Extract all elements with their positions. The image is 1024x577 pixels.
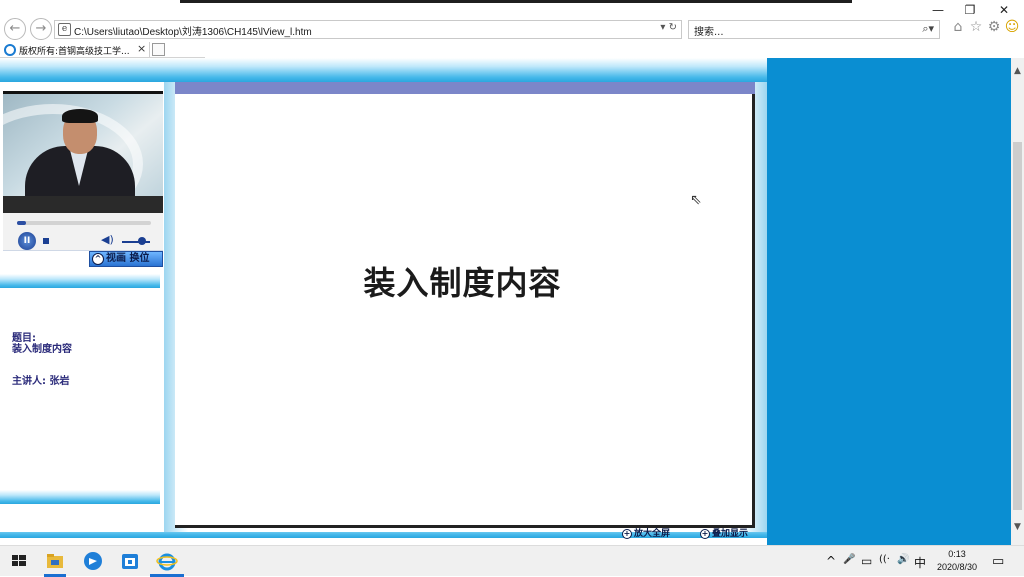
windows-start-icon[interactable] [8,550,30,572]
page-content: II ◀) ^ 视画 换位 题目: 装入制度内容 主讲人: 张岩 装入制度内容 … [0,58,1011,545]
restore-button[interactable]: ❐ [958,2,982,18]
ie-tab-icon [4,44,16,56]
slide-title: 装入制度内容 [363,264,562,302]
browser-toolbar: ← → e C:\Users\liutao\Desktop\刘涛1306\CH1… [0,0,1024,42]
zoom-fullscreen-label: 放大全屏 [634,529,671,539]
blue-side-panel [767,58,1011,545]
new-tab-button[interactable] [152,43,165,56]
slide-top-bar [175,82,755,94]
swap-up-icon: ^ [92,253,104,265]
swap-view-button[interactable]: ^ 视画 换位 [89,251,163,267]
address-dropdown-refresh-icons[interactable]: ▾ ↻ [660,22,677,33]
scroll-up-icon[interactable]: ▲ [1011,66,1024,76]
close-window-button[interactable]: ✕ [992,2,1016,18]
address-url[interactable]: C:\Users\liutao\Desktop\刘涛1306\CH145\lVi… [74,23,312,38]
speaker-line: 主讲人: 张岩 [12,376,70,387]
feedback-smiley-icon[interactable]: ☺ [1004,18,1020,36]
scroll-thumb[interactable] [1013,142,1022,510]
presenter-hair [62,109,98,123]
search-box[interactable]: 搜索... ⌕▾ [688,20,940,39]
input-method-indicator[interactable]: 中 [914,554,926,571]
page-favicon-icon: e [58,23,71,36]
internet-explorer-icon[interactable] [156,550,178,572]
pause-button[interactable]: II [18,232,36,250]
overlay-display-label: 叠加显示 [712,529,749,539]
search-icon[interactable]: ⌕▾ [922,22,934,36]
minimize-button[interactable]: — [926,2,950,18]
top-gradient-band [0,58,767,82]
favorites-star-icon[interactable]: ☆ [968,18,984,36]
tab-close-icon[interactable]: × [137,42,146,55]
clock-time: 0:13 [948,549,966,559]
overlay-display-button[interactable]: + 叠加显示 [700,529,748,540]
swap-view-label: 视画 换位 [106,253,150,264]
video-player-frame[interactable] [3,91,163,213]
player-controls: II ◀) [3,213,163,251]
left-panel: II ◀) ^ 视画 换位 题目: 装入制度内容 主讲人: 张岩 [0,82,164,532]
volume-icon[interactable]: ◀) [101,233,114,246]
back-button[interactable]: ← [4,18,26,40]
seek-progress [17,221,27,225]
windows-taskbar: ^ 🎤 ▭ ((· 🔊 中 0:13 2020/8/30 ▭ [0,545,1024,577]
system-clock[interactable]: 0:13 2020/8/30 [930,548,984,574]
battery-icon[interactable]: ▭ [861,554,872,568]
page-scrollbar[interactable]: ▲ ▼ [1011,58,1024,545]
microphone-icon[interactable]: 🎤 [843,554,855,565]
clock-date: 2020/8/30 [936,562,978,572]
notification-center-icon[interactable]: ▭ [992,554,1004,569]
wifi-icon[interactable]: ((· [879,554,890,565]
file-explorer-icon[interactable] [44,550,66,572]
mouse-cursor-icon: ⇖ [690,192,702,208]
address-bar[interactable]: e C:\Users\liutao\Desktop\刘涛1306\CH145\l… [54,20,682,39]
volume-slider-knob[interactable] [137,237,146,245]
browser-tab[interactable]: 版权所有:首钢高级技工学... × [0,42,150,58]
volume-slider[interactable] [122,241,150,243]
zoom-plus-icon: + [622,529,632,539]
forward-button[interactable]: → [30,18,52,40]
app-blue-circle-icon[interactable] [82,550,104,572]
left-mid-band [0,274,160,288]
overlay-plus-icon: + [700,529,710,539]
zoom-fullscreen-button[interactable]: + 放大全屏 [622,529,670,540]
search-placeholder[interactable]: 搜索... [694,23,724,38]
volume-tray-icon[interactable]: 🔊 [897,554,909,565]
topic-value: 装入制度内容 [12,344,72,355]
title-strip [180,0,852,3]
home-icon[interactable]: ⌂ [950,18,966,36]
tab-title[interactable]: 版权所有:首钢高级技工学... [19,44,130,57]
tray-overflow-icon[interactable]: ^ [826,554,836,568]
slide-canvas: 装入制度内容 [175,94,755,528]
seek-bar[interactable] [17,221,151,225]
stop-button[interactable] [43,238,49,244]
left-bottom-band [0,490,160,504]
tab-strip: 版权所有:首钢高级技工学... × [0,42,1024,58]
settings-gear-icon[interactable]: ⚙ [986,18,1002,36]
video-desk [3,196,163,213]
scroll-down-icon[interactable]: ▼ [1011,522,1024,532]
app-calendar-icon[interactable] [119,550,141,572]
